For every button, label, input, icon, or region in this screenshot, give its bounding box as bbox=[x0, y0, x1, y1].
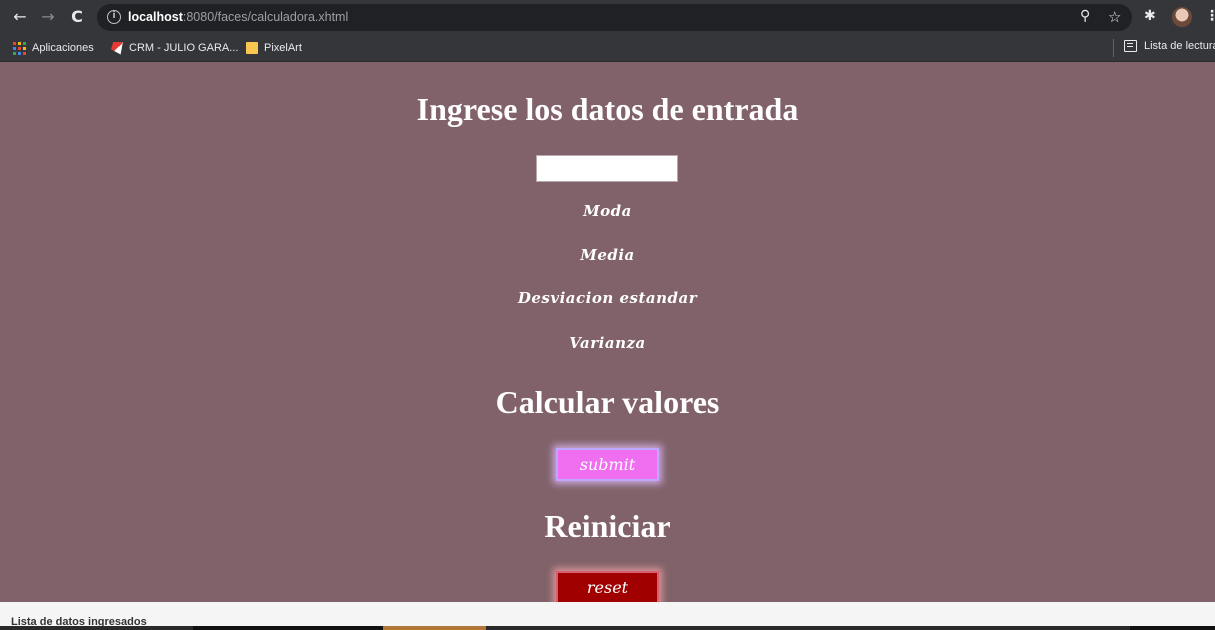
extensions-puzzle-icon[interactable]: ✱ bbox=[1144, 8, 1156, 24]
bookmarks-divider bbox=[1113, 39, 1114, 57]
browser-menu-icon[interactable]: ⋮ bbox=[1205, 8, 1215, 24]
data-input-field[interactable] bbox=[536, 155, 678, 182]
taskbar-strip bbox=[0, 626, 1215, 630]
stat-desviacion-label: Desviacion estandar bbox=[517, 289, 698, 307]
bookmark-aplicaciones[interactable]: Aplicaciones bbox=[13, 40, 94, 56]
browser-toolbar: ← → C i localhost:8080/faces/calculadora… bbox=[0, 0, 1215, 34]
stat-moda-label: Moda bbox=[583, 202, 632, 220]
stat-varianza-label: Varianza bbox=[569, 334, 646, 352]
submit-button[interactable]: submit bbox=[556, 448, 659, 481]
taskbar-segment bbox=[383, 626, 486, 630]
bookmark-label: Aplicaciones bbox=[32, 42, 94, 54]
reading-list-button[interactable]: Lista de lectura bbox=[1124, 40, 1215, 52]
bookmark-label: CRM - JULIO GARA... bbox=[129, 42, 239, 54]
taskbar-segment bbox=[193, 626, 383, 630]
zoom-icon[interactable]: ⚲ bbox=[1080, 8, 1090, 24]
crm-favicon-icon bbox=[111, 41, 123, 55]
reading-list-label: Lista de lectura bbox=[1144, 40, 1215, 52]
bookmark-pixelart[interactable]: PixelArt bbox=[246, 40, 302, 56]
stat-media-label: Media bbox=[580, 246, 635, 264]
folder-icon bbox=[246, 42, 258, 54]
entry-heading: Ingrese los datos de entrada bbox=[416, 91, 799, 127]
site-info-icon[interactable]: i bbox=[107, 10, 121, 24]
forward-arrow-icon[interactable]: → bbox=[38, 7, 58, 27]
address-bar[interactable]: i localhost:8080/faces/calculadora.xhtml… bbox=[97, 4, 1132, 31]
bookmark-crm[interactable]: CRM - JULIO GARA... bbox=[111, 40, 238, 56]
apps-grid-icon bbox=[13, 41, 26, 55]
reset-heading: Reiniciar bbox=[544, 508, 671, 544]
taskbar-segment bbox=[1130, 626, 1215, 630]
reading-list-icon bbox=[1124, 40, 1137, 52]
url-host: localhost bbox=[128, 10, 183, 24]
profile-avatar[interactable] bbox=[1172, 7, 1192, 27]
url-text[interactable]: localhost:8080/faces/calculadora.xhtml bbox=[128, 10, 348, 24]
calculate-heading: Calcular valores bbox=[495, 384, 720, 420]
reset-button[interactable]: reset bbox=[556, 571, 659, 604]
reload-icon[interactable]: C bbox=[67, 7, 87, 27]
bookmark-star-icon[interactable]: ☆ bbox=[1108, 8, 1121, 26]
calculator-page: Ingrese los datos de entrada Moda Media … bbox=[0, 62, 1215, 604]
bookmarks-bar: Aplicaciones CRM - JULIO GARA... PixelAr… bbox=[0, 34, 1215, 62]
bookmark-label: PixelArt bbox=[264, 42, 302, 54]
url-path: :8080/faces/calculadora.xhtml bbox=[182, 10, 349, 24]
back-arrow-icon[interactable]: ← bbox=[10, 7, 30, 27]
